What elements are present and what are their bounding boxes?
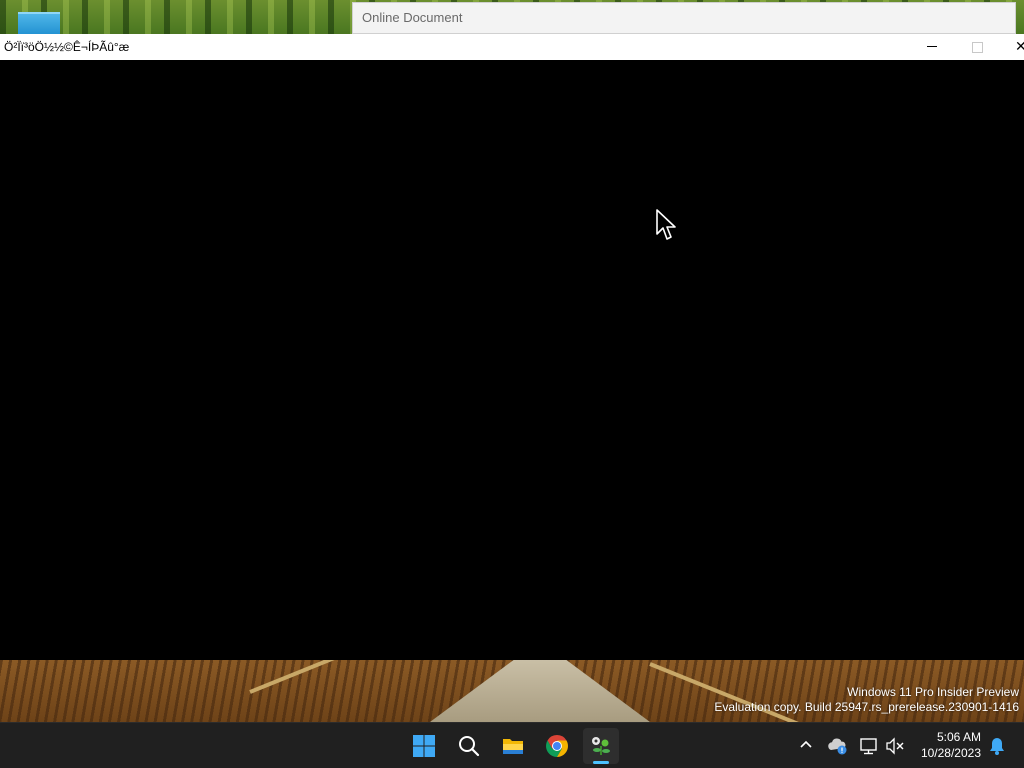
window-content-area[interactable] [0, 60, 1024, 660]
search-icon [459, 736, 480, 757]
maximize-icon [972, 42, 983, 53]
active-app-indicator [593, 761, 609, 764]
watermark-line-build: Evaluation copy. Build 25947.rs_prerelea… [714, 700, 1019, 714]
network-icon [860, 738, 877, 755]
mouse-cursor-icon [656, 209, 676, 240]
onedrive-icon [828, 738, 847, 755]
notifications-button[interactable] [986, 735, 1008, 757]
chevron-up-icon [800, 740, 812, 748]
main-app-window[interactable]: Ö²Ïï³öÖ½½©Ê¬ÍÞÃû°æ ✕ [0, 34, 1024, 660]
search-button[interactable] [451, 728, 487, 764]
file-explorer-button[interactable] [495, 728, 531, 764]
game-app-button[interactable] [583, 728, 619, 764]
chrome-icon [546, 735, 568, 757]
windows-logo-icon [413, 735, 435, 757]
close-button[interactable]: ✕ [1001, 34, 1024, 60]
folder-icon [503, 739, 523, 754]
evaluation-watermark: Windows 11 Pro Insider Preview Evaluatio… [714, 685, 1019, 715]
plant-app-icon [592, 737, 610, 755]
clock-button[interactable]: 5:06 AM 10/28/2023 [915, 729, 981, 761]
taskbar: 5:06 AM 10/28/2023 [0, 722, 1024, 768]
start-button[interactable] [406, 728, 442, 764]
volume-tray-button[interactable] [884, 735, 906, 757]
bell-icon [990, 738, 1004, 755]
online-document-window[interactable]: Online Document [352, 2, 1016, 34]
clock-date: 10/28/2023 [920, 746, 981, 760]
watermark-line-edition: Windows 11 Pro Insider Preview [847, 685, 1019, 699]
chrome-button[interactable] [539, 728, 575, 764]
window-titlebar[interactable]: Ö²Ïï³öÖ½½©Ê¬ÍÞÃû°æ ✕ [0, 34, 1024, 60]
maximize-button[interactable] [955, 34, 1001, 60]
minimize-button[interactable] [909, 34, 955, 60]
network-tray-button[interactable] [858, 735, 880, 757]
onedrive-tray-button[interactable] [827, 735, 849, 757]
desktop-folder-icon[interactable] [18, 12, 60, 36]
clock-time: 5:06 AM [936, 730, 981, 744]
show-hidden-icons-button[interactable] [796, 735, 816, 755]
window-title: Ö²Ïï³öÖ½½©Ê¬ÍÞÃû°æ [4, 40, 130, 54]
close-icon: ✕ [1015, 38, 1024, 54]
online-document-title: Online Document [362, 10, 463, 25]
volume-muted-icon [886, 737, 904, 755]
minimize-icon [927, 46, 937, 47]
